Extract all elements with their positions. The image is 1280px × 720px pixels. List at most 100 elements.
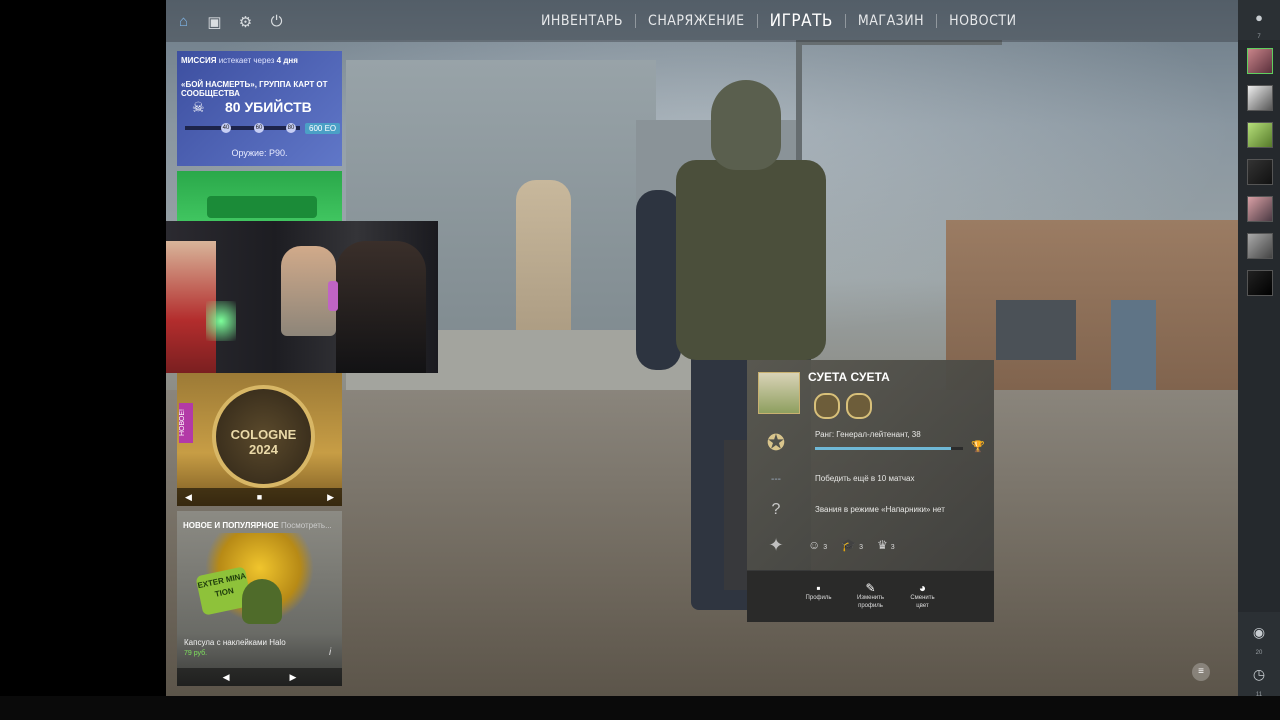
mission-card[interactable]: МИССИЯ истекает через 4 дня «БОЙ НАСМЕРТ… <box>177 51 342 166</box>
nav-loadout[interactable]: СНАРЯЖЕНИЕ <box>636 13 757 29</box>
power-icon[interactable]: ⏻ <box>267 12 286 31</box>
home-icon[interactable]: ⌂ <box>174 12 193 31</box>
mission-expires: 4 дня <box>276 56 298 65</box>
friend-avatar[interactable] <box>1247 159 1273 185</box>
next-arrow-icon[interactable]: ▶ <box>327 492 334 503</box>
info-icon[interactable]: i <box>329 647 331 658</box>
profile-popup: СУЕТА СУЕТА ✪ Ранг: Генерал-лейтенант, 3… <box>747 360 994 622</box>
capsule-price: 79 руб. <box>184 650 208 657</box>
rank-progress-bar <box>815 447 963 450</box>
mission-progress-bar <box>185 126 300 130</box>
premier-rating-icon: --- <box>771 473 781 485</box>
next-arrow-icon[interactable]: ▶ <box>290 672 297 683</box>
edit-profile-label: Изменить профиль <box>856 595 885 609</box>
top-navigation: ⌂ ▣ ⚙ ⏻ ИНВЕНТАРЬ СНАРЯЖЕНИЕ ИГРАТЬ МАГА… <box>166 0 1238 42</box>
profile-button-label: Профиль <box>805 595 832 601</box>
change-color-button[interactable]: ◕ Сменить цвет <box>904 571 942 622</box>
capsule-card[interactable]: НОВОЕ И ПОПУЛЯРНОЕ Посмотреть... EXTER M… <box>177 511 342 686</box>
stat-leader: ♛ 3 <box>877 538 895 552</box>
gear-icon[interactable]: ⚙ <box>236 12 255 31</box>
broadcast-count: 20 <box>1255 650 1263 656</box>
skull-icon: ☠ <box>192 99 205 115</box>
logo-text: COLOGNE 2024 <box>230 427 297 457</box>
rank-progress-fill <box>815 447 952 450</box>
profile-actions: ▪ Профиль ✎ Изменить профиль ◕ Сменить цвет <box>747 571 994 622</box>
checkpoint-marker: 80 <box>286 123 296 133</box>
webcam-overlay <box>166 221 438 373</box>
capsule-pager: ◀ ▶ <box>177 668 342 686</box>
user-icon: ● <box>1255 10 1263 25</box>
prev-arrow-icon[interactable]: ◀ <box>185 492 192 503</box>
cologne-logo: COLOGNE 2024 <box>212 385 315 488</box>
wingman-rank-icon: ? <box>771 501 781 518</box>
capsule-heading-more[interactable]: Посмотреть... <box>281 521 332 530</box>
mission-weapon: Оружие: P90. <box>231 148 288 158</box>
mission-header: МИССИЯ истекает через 4 дня <box>181 56 298 65</box>
mission-expires-prefix: истекает через <box>218 56 275 65</box>
capsule-name: Капсула с наклейками Halo <box>184 638 286 647</box>
nav-store[interactable]: МАГАЗИН <box>846 13 936 29</box>
edit-profile-button[interactable]: ✎ Изменить профиль <box>852 571 890 622</box>
background-card <box>724 440 748 590</box>
stat-teacher: 🎓 3 <box>841 538 863 552</box>
chat-icon[interactable]: ≡ <box>1192 663 1210 681</box>
nav-news[interactable]: НОВОСТИ <box>937 13 1028 29</box>
promo-art <box>207 196 317 218</box>
edit-icon: ✎ <box>865 581 876 595</box>
wingman-text: Звания в режиме «Напарники» нет <box>815 505 945 514</box>
trophy-icon: 🏆 <box>971 441 985 453</box>
friend-avatar[interactable] <box>1247 85 1273 111</box>
profile-name: СУЕТА СУЕТА <box>808 370 890 384</box>
checkpoint-marker: 40 <box>221 123 231 133</box>
friends-header[interactable]: ● 7 <box>1238 0 1280 40</box>
teacher-icon: 🎓 <box>841 538 857 552</box>
tv-icon[interactable]: ▣ <box>205 12 224 31</box>
agent-torso <box>676 160 826 360</box>
friends-sidebar: ● 7 ◉ 20 ◷ 11 <box>1238 0 1280 698</box>
agent-gasmask <box>711 80 781 170</box>
green-glow <box>206 301 236 341</box>
stat-value: 3 <box>859 544 864 551</box>
main-menu: ИНВЕНТАРЬ СНАРЯЖЕНИЕ ИГРАТЬ МАГАЗИН НОВО… <box>529 0 1029 42</box>
agent-arm <box>636 190 681 370</box>
bottom-bar <box>0 696 1280 720</box>
friend-avatar[interactable] <box>1247 48 1273 74</box>
capsule-heading-title: НОВОЕ И ПОПУЛЯРНОЕ <box>183 521 279 530</box>
commendation-stats: ☺ 3 🎓 3 ♛ 3 <box>808 538 895 552</box>
streamer-person <box>336 241 426 373</box>
friend-avatar[interactable] <box>1247 122 1273 148</box>
broadcast-button[interactable]: ◉ 20 <box>1238 624 1280 659</box>
palette-icon: ◕ <box>918 581 927 595</box>
nav-icon-group: ⌂ ▣ ⚙ ⏻ <box>174 12 286 31</box>
crown-icon: ♛ <box>877 538 888 552</box>
smile-icon: ☺ <box>808 538 821 552</box>
stat-value: 3 <box>890 544 895 551</box>
page-indicator[interactable]: ■ <box>257 492 262 502</box>
wins-needed-text: Победить ещё в 10 матчах <box>815 474 915 483</box>
avatar[interactable] <box>758 372 800 414</box>
profile-icon: ▪ <box>816 581 821 595</box>
capsule-heading: НОВОЕ И ПОПУЛЯРНОЕ Посмотреть... <box>183 521 332 530</box>
friend-avatar[interactable] <box>1247 270 1273 296</box>
rank-text: Ранг: Генерал-лейтенант, 38 <box>815 430 921 439</box>
nav-play[interactable]: ИГРАТЬ <box>758 11 845 31</box>
profile-button[interactable]: ▪ Профиль <box>800 571 838 622</box>
mission-subtitle: «БОЙ НАСМЕРТЬ», ГРУППА КАРТ ОТ СООБЩЕСТВ… <box>181 80 328 98</box>
medal-coin-icon[interactable] <box>814 393 840 419</box>
mission-xp-reward: 600 ЕО <box>305 123 341 134</box>
window <box>996 300 1076 360</box>
friend-avatar[interactable] <box>1247 233 1273 259</box>
sticker-card[interactable]: НОВОЕ! COLOGNE 2024 ◀ ■ ▶ <box>177 373 342 506</box>
new-badge: НОВОЕ! <box>179 403 193 443</box>
medal-coin-icon[interactable] <box>846 393 872 419</box>
friend-avatar[interactable] <box>1247 196 1273 222</box>
friends-count: 7 <box>1257 34 1261 40</box>
nav-inventory[interactable]: ИНВЕНТАРЬ <box>529 13 635 29</box>
checkpoint-marker: 60 <box>254 123 264 133</box>
sticker-pager: ◀ ■ ▶ <box>177 488 342 506</box>
history-icon: ◷ <box>1252 666 1266 682</box>
bottle <box>328 281 338 311</box>
promo-card[interactable] <box>177 171 342 221</box>
prev-arrow-icon[interactable]: ◀ <box>223 672 230 683</box>
game-viewport: ⌂ ▣ ⚙ ⏻ ИНВЕНТАРЬ СНАРЯЖЕНИЕ ИГРАТЬ МАГА… <box>166 0 1238 696</box>
